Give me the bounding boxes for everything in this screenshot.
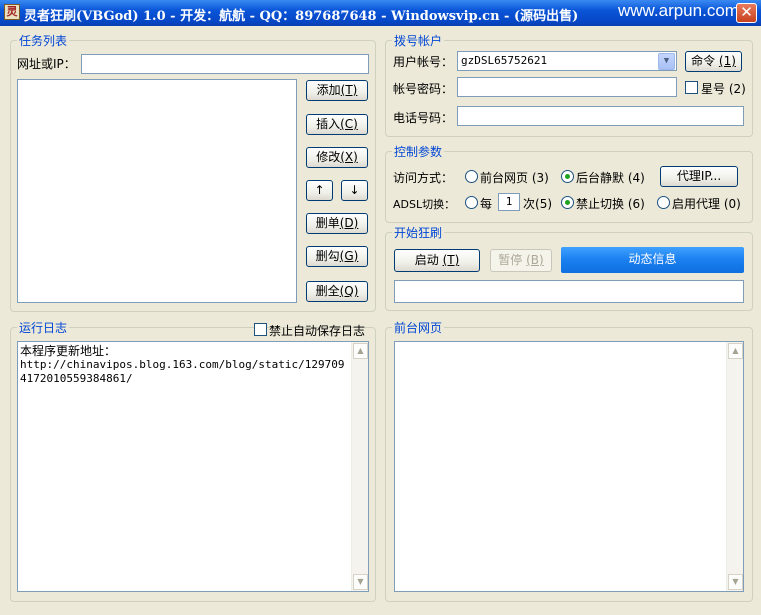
every-count-input[interactable]: 1: [498, 193, 520, 211]
log-line: http://chinavipos.blog.163.com/blog/stat…: [20, 358, 345, 385]
log-line: 本程序更新地址：: [20, 344, 117, 358]
task-list-legend: 任务列表: [17, 32, 70, 49]
times-label: 次(5): [523, 197, 553, 211]
url-input[interactable]: [81, 54, 369, 74]
user-account-value: gzDSL65752621: [461, 54, 548, 67]
delete-all-button[interactable]: 删全(Q): [306, 281, 368, 302]
front-page-radio-label: 前台网页 (3): [480, 171, 549, 185]
run-log-textarea[interactable]: 本程序更新地址： http://chinavipos.blog.163.com/…: [17, 341, 369, 592]
scroll-down-arrow-icon[interactable]: ▼: [353, 574, 368, 590]
no-switch-radio-label: 禁止切换 (6): [576, 197, 645, 211]
password-input[interactable]: [457, 77, 677, 97]
proxy-ip-button[interactable]: 代理IP...: [660, 166, 738, 187]
use-proxy-radio-label: 启用代理 (0): [672, 197, 741, 211]
show-stars-label: 星号 (2): [701, 82, 746, 96]
disable-autosave-checkbox[interactable]: [254, 323, 267, 336]
insert-button[interactable]: 插入(C): [306, 114, 368, 135]
disable-autosave-label: 禁止自动保存日志: [269, 324, 366, 338]
watermark-text: www.arpun.com: [618, 1, 739, 20]
front-page-scrollbar[interactable]: ▲ ▼: [726, 342, 743, 591]
show-stars-checkbox[interactable]: [685, 81, 698, 94]
phone-input[interactable]: [457, 106, 744, 126]
front-page-radio[interactable]: [465, 170, 478, 183]
delete-checked-button[interactable]: 删勾(G): [306, 246, 368, 267]
move-up-button[interactable]: ↑: [306, 180, 333, 201]
window-title: 灵者狂刷(VBGod) 1.0 - 开发：航航 - QQ：897687648 -…: [24, 9, 579, 24]
status-output-field: [394, 280, 744, 303]
dynamic-info-bar: 动态信息: [561, 247, 744, 273]
user-account-select[interactable]: gzDSL65752621 ▼: [457, 51, 677, 71]
background-silent-radio[interactable]: [561, 170, 574, 183]
dial-account-legend: 拨号帐户: [392, 32, 445, 49]
scroll-up-arrow-icon[interactable]: ▲: [353, 343, 368, 359]
background-silent-radio-label: 后台静默 (4): [576, 171, 645, 185]
app-icon[interactable]: 灵: [4, 4, 20, 20]
task-list-box[interactable]: [17, 79, 297, 303]
every-label: 每: [480, 197, 493, 211]
start-button[interactable]: 启动 (T): [394, 249, 480, 272]
log-scrollbar[interactable]: ▲ ▼: [351, 342, 368, 591]
adsl-switch-label: ADSL切换：: [393, 198, 456, 211]
log-content: 本程序更新地址： http://chinavipos.blog.163.com/…: [20, 344, 350, 386]
front-page-legend: 前台网页: [392, 319, 445, 336]
close-icon[interactable]: ✕: [736, 3, 757, 23]
url-label: 网址或IP：: [17, 57, 76, 71]
every-n-radio[interactable]: [465, 196, 478, 209]
scroll-up-arrow-icon[interactable]: ▲: [728, 343, 743, 359]
control-params-group: 控制参数: [385, 143, 753, 223]
use-proxy-radio[interactable]: [657, 196, 670, 209]
delete-single-button[interactable]: 删单(D): [306, 213, 368, 234]
pause-button[interactable]: 暂停 (B): [490, 249, 552, 272]
scroll-down-arrow-icon[interactable]: ▼: [728, 574, 743, 590]
no-switch-radio[interactable]: [561, 196, 574, 209]
run-log-legend: 运行日志: [17, 319, 70, 336]
start-group-legend: 开始狂刷: [392, 224, 445, 241]
title-bar[interactable]: 灵 灵者狂刷(VBGod) 1.0 - 开发：航航 - QQ：897687648…: [0, 0, 761, 26]
user-account-label: 用户帐号：: [393, 55, 454, 69]
phone-label: 电话号码：: [393, 111, 454, 125]
control-params-legend: 控制参数: [392, 143, 445, 160]
chevron-down-icon[interactable]: ▼: [658, 53, 675, 70]
front-page-view[interactable]: ▲ ▼: [394, 341, 744, 592]
password-label: 帐号密码：: [393, 82, 454, 96]
modify-button[interactable]: 修改(X): [306, 147, 368, 168]
command-button[interactable]: 命令 (1): [685, 51, 742, 72]
move-down-button[interactable]: ↓: [341, 180, 368, 201]
add-button[interactable]: 添加(T): [306, 80, 368, 101]
access-mode-label: 访问方式：: [393, 171, 454, 185]
